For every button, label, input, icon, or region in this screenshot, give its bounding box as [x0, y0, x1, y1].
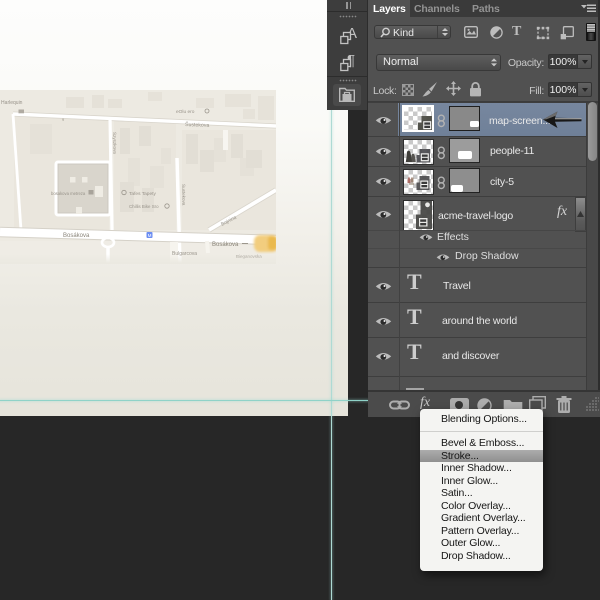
- svg-text::ve Harlequin: :ve Harlequin: [0, 100, 23, 106]
- svg-text:M: M: [148, 233, 152, 238]
- svg-text:9: 9: [62, 118, 64, 122]
- svg-text:Chillis Bike Sro: Chillis Bike Sro: [129, 204, 159, 209]
- svg-text:Tafes Tapety: Tafes Tapety: [129, 191, 156, 197]
- svg-text:Bosákova: Bosákova: [63, 233, 90, 239]
- svg-text:bosakova metreza: bosakova metreza: [51, 191, 86, 196]
- svg-text:Šustekova: Šustekova: [185, 121, 210, 129]
- svg-text:Szyszkova: Szyszkova: [112, 132, 117, 154]
- svg-text:Bosákova: Bosákova: [212, 242, 239, 248]
- svg-text:Sustekova: Sustekova: [181, 184, 186, 206]
- svg-text:eOlu ero: eOlu ero: [176, 109, 195, 115]
